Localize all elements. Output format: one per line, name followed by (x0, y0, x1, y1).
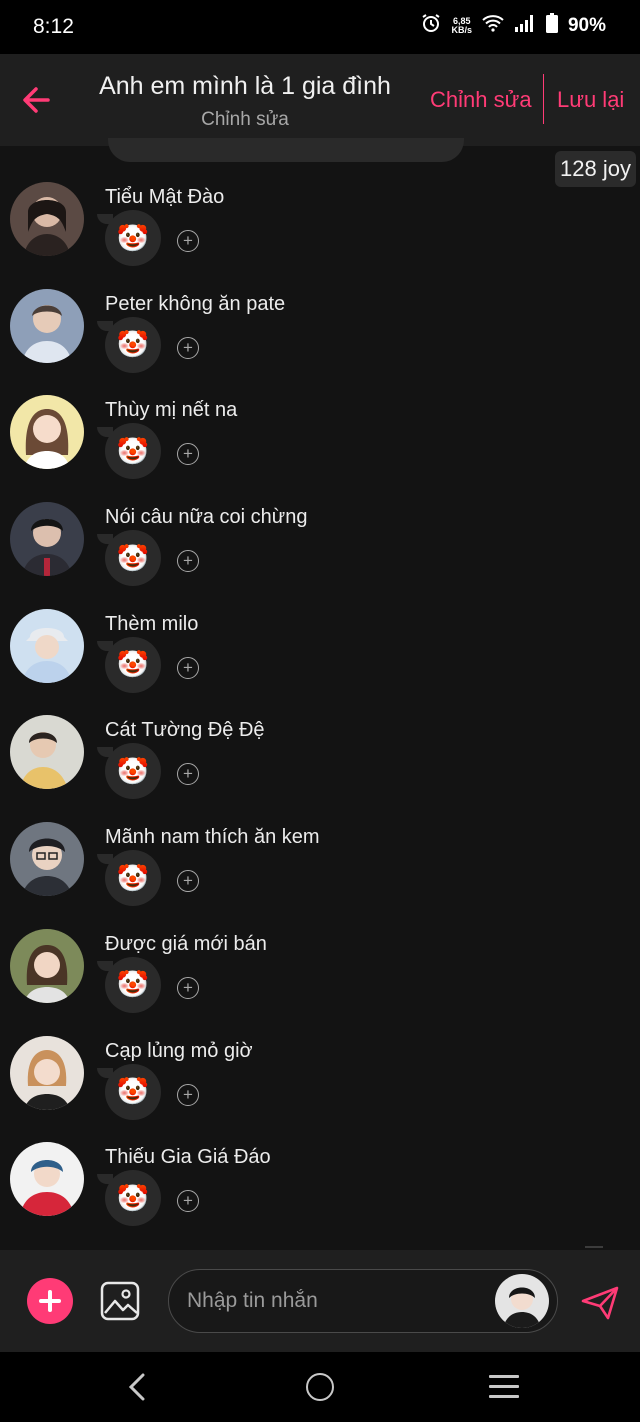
add-reaction-button[interactable]: + (177, 1083, 199, 1106)
group-subtitle: Chỉnh sửa (201, 109, 289, 130)
clown-icon: 🤡 (116, 969, 150, 1000)
message-bubble-partial (108, 138, 464, 162)
clown-icon: 🤡 (116, 755, 150, 786)
avatar[interactable] (10, 822, 84, 897)
arrow-left-icon (23, 87, 50, 113)
image-icon (100, 1281, 140, 1321)
joy-badge: 128 joy (555, 151, 636, 187)
app-header: Anh em mình là 1 gia đình Chỉnh sửa Chỉn… (0, 54, 640, 146)
speed-unit: KB/s (451, 24, 472, 35)
clown-icon: 🤡 (116, 1076, 150, 1106)
wifi-icon (482, 14, 504, 37)
reaction-bubble[interactable]: 🤡 (97, 210, 161, 266)
reaction-bubble[interactable]: 🤡 (97, 423, 161, 480)
send-button[interactable] (580, 1285, 620, 1321)
member-name: Nói câu nữa coi chừng (105, 506, 308, 529)
add-reaction-button[interactable]: + (177, 550, 199, 573)
add-reaction-button[interactable]: + (177, 230, 199, 252)
clown-icon: 🤡 (116, 222, 150, 253)
member-name: Mãnh nam thích ăn kem (105, 826, 320, 849)
list-item[interactable]: Thiếu Gia Giá Đáo 🤡 + (0, 1120, 640, 1227)
list-item[interactable]: Được giá mới bán 🤡 + (0, 907, 640, 1014)
header-divider (543, 74, 544, 124)
member-name: Peter không ăn pate (105, 292, 286, 315)
gallery-button[interactable] (99, 1280, 141, 1322)
reaction-bubble[interactable]: 🤡 (97, 1170, 161, 1227)
avatar[interactable] (10, 928, 84, 1003)
list-item[interactable]: Mãnh nam thích ăn kem 🤡 + (0, 800, 640, 907)
status-time: 8:12 (33, 15, 74, 38)
chevron-left-icon (128, 1373, 145, 1401)
avatar[interactable] (10, 608, 84, 683)
avatar[interactable] (10, 288, 84, 363)
save-button[interactable]: Lưu lại (557, 87, 624, 113)
avatar (495, 1274, 549, 1328)
status-bar: 8:12 6,85 KB/s 90% (0, 0, 640, 54)
alarm-icon (421, 13, 441, 38)
reaction-bubble[interactable]: 🤡 (97, 1063, 161, 1120)
clown-icon: 🤡 (116, 1182, 150, 1213)
list-item[interactable]: Peter không ăn pate 🤡 + (0, 267, 640, 374)
group-title: Anh em mình là 1 gia đình (99, 72, 391, 100)
system-nav-bar (0, 1352, 640, 1422)
menu-line (489, 1385, 519, 1388)
clown-icon: 🤡 (116, 542, 150, 573)
clown-icon: 🤡 (116, 649, 150, 680)
reaction-bubble[interactable]: 🤡 (97, 636, 161, 693)
back-button[interactable] (18, 82, 58, 118)
add-attachment-button[interactable] (27, 1278, 73, 1324)
list-item[interactable]: Cạp lủng mỏ giờ 🤡 + (0, 1014, 640, 1121)
reaction-bubble[interactable]: 🤡 (97, 530, 161, 587)
member-name: Thùy mị nết na (105, 399, 238, 422)
clown-icon: 🤡 (116, 329, 150, 360)
reaction-bubble[interactable]: 🤡 (97, 316, 161, 373)
add-reaction-button[interactable]: + (177, 763, 199, 786)
list-item[interactable]: Nói câu nữa coi chừng 🤡 + (0, 480, 640, 587)
network-speed: 6,85 KB/s (451, 16, 472, 35)
list-item[interactable]: Cát Tường Đệ Đệ 🤡 + (0, 693, 640, 800)
add-reaction-button[interactable]: + (177, 870, 199, 893)
message-input[interactable] (185, 1280, 489, 1322)
add-reaction-button[interactable]: + (177, 336, 199, 359)
sticker-avatar-button[interactable] (495, 1274, 549, 1328)
nav-back-button[interactable] (125, 1370, 149, 1404)
add-reaction-button[interactable]: + (177, 656, 199, 679)
avatar[interactable] (10, 395, 84, 470)
signal-icon (514, 14, 536, 37)
nav-home-button[interactable] (306, 1373, 334, 1401)
avatar[interactable] (10, 1035, 84, 1110)
list-item[interactable]: Thùy mị nết na 🤡 + (0, 373, 640, 480)
nav-recents-button[interactable] (489, 1375, 519, 1399)
battery-icon (545, 13, 558, 38)
add-reaction-button[interactable]: + (177, 976, 199, 999)
member-name: Thèm milo (105, 612, 199, 635)
list-item[interactable]: Thèm milo 🤡 + (0, 587, 640, 694)
menu-line (489, 1375, 519, 1378)
add-reaction-button[interactable]: + (177, 1190, 199, 1213)
add-reaction-button[interactable]: + (177, 443, 199, 466)
avatar[interactable] (10, 1142, 84, 1217)
member-name: Được giá mới bán (105, 932, 267, 955)
member-name: Cát Tường Đệ Đệ (105, 719, 265, 742)
reaction-bubble[interactable]: 🤡 (97, 956, 161, 1013)
battery-level: 90% (567, 14, 606, 36)
avatar[interactable] (10, 182, 84, 256)
status-icons: 6,85 KB/s 90% (421, 13, 606, 38)
message-composer (0, 1250, 640, 1352)
send-icon (581, 1286, 619, 1320)
reaction-bubble[interactable]: 🤡 (97, 743, 161, 800)
member-name: Cạp lủng mỏ giờ (105, 1039, 253, 1062)
clown-icon: 🤡 (116, 435, 150, 466)
member-name: Thiếu Gia Giá Đáo (105, 1146, 271, 1169)
avatar[interactable] (10, 502, 84, 577)
member-list: Tiểu Mật Đào 🤡 + Peter không ăn pate 🤡 +… (0, 160, 640, 1227)
reaction-bubble[interactable]: 🤡 (97, 850, 161, 907)
member-name: Tiểu Mật Đào (105, 186, 225, 208)
menu-line (489, 1395, 519, 1398)
avatar[interactable] (10, 715, 84, 790)
message-field[interactable] (168, 1269, 558, 1333)
clown-icon: 🤡 (116, 862, 150, 893)
edit-button[interactable]: Chỉnh sửa (430, 87, 532, 113)
list-item[interactable]: Tiểu Mật Đào 🤡 + (0, 160, 640, 267)
